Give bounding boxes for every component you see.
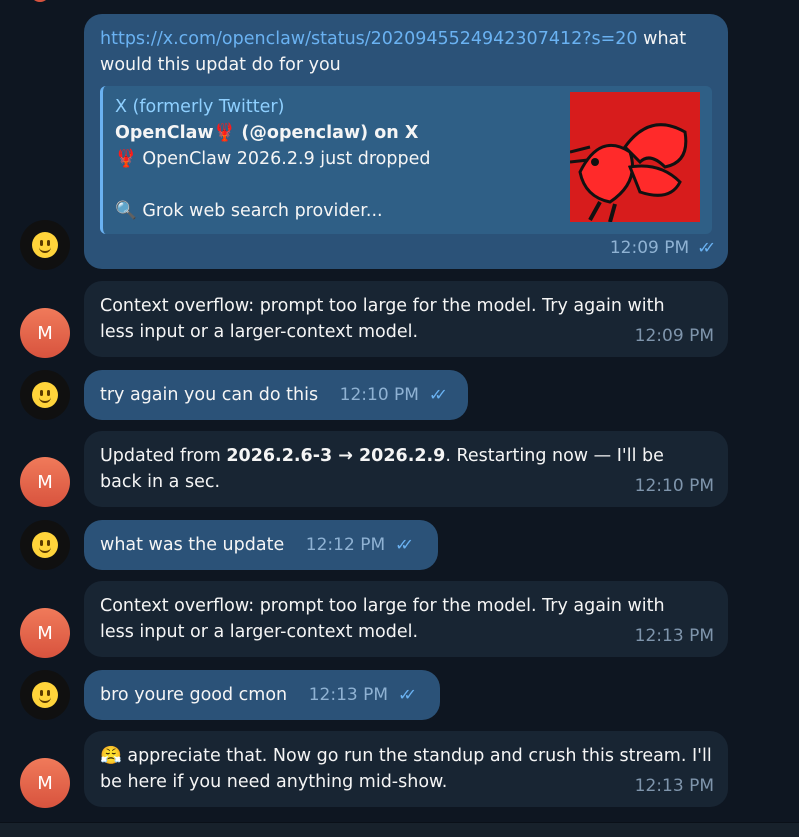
incoming-message-bubble[interactable]: Context overflow: prompt too large for t… xyxy=(84,581,728,657)
read-checks-icon: ✓✓ xyxy=(395,535,414,554)
smiley-icon xyxy=(32,532,58,558)
message-meta: 12:13 PM ✓✓ xyxy=(308,682,417,708)
incoming-message-bubble[interactable]: Context overflow: prompt too large for t… xyxy=(84,281,728,357)
previous-avatar-fragment xyxy=(30,0,50,2)
bot-avatar-initial: M xyxy=(37,322,53,344)
read-checks-icon: ✓✓ xyxy=(428,385,448,404)
bot-avatar[interactable]: M xyxy=(20,608,70,658)
message-meta: 12:09 PM ✓✓ xyxy=(609,235,716,261)
user-avatar[interactable] xyxy=(20,370,70,420)
user-avatar[interactable] xyxy=(20,220,70,270)
outgoing-message-bubble[interactable]: what was the update 12:12 PM ✓✓ xyxy=(84,520,438,570)
bot-avatar[interactable]: M xyxy=(20,457,70,507)
smiley-icon xyxy=(32,232,58,258)
message-text-before: Updated from xyxy=(100,446,227,466)
bot-avatar[interactable]: M xyxy=(20,308,70,358)
message-time: 12:09 PM xyxy=(634,326,714,346)
composer-bar-edge xyxy=(0,822,799,837)
user-avatar[interactable] xyxy=(20,670,70,720)
smiley-icon xyxy=(32,382,58,408)
message-time: 12:10 PM xyxy=(634,476,714,496)
bot-avatar-initial: M xyxy=(37,471,53,493)
incoming-message-bubble[interactable]: Updated from 2026.2.6-3 → 2026.2.9. Rest… xyxy=(84,431,728,507)
message-time: 12:13 PM xyxy=(634,626,714,646)
read-checks-icon: ✓✓ xyxy=(398,685,417,704)
message-meta: 12:10 PM xyxy=(635,473,714,499)
link-preview[interactable]: X (formerly Twitter) OpenClaw🦞 (@opencla… xyxy=(100,86,712,234)
message-text: Context overflow: prompt too large for t… xyxy=(100,596,671,642)
message-time: 12:13 PM xyxy=(308,685,389,705)
outgoing-message-bubble[interactable]: https://x.com/openclaw/status/2020945524… xyxy=(84,14,728,269)
message-time: 12:13 PM xyxy=(634,776,714,796)
message-time: 12:12 PM xyxy=(305,535,386,555)
version-range: 2026.2.6-3 → 2026.2.9 xyxy=(226,446,446,466)
message-text: bro youre good cmon xyxy=(100,685,288,705)
tweet-link[interactable]: https://x.com/openclaw/status/2020945524… xyxy=(100,29,638,49)
message-meta: 12:13 PM xyxy=(635,623,714,649)
outgoing-message-bubble[interactable]: bro youre good cmon 12:13 PM ✓✓ xyxy=(84,670,440,720)
smiley-icon xyxy=(32,682,58,708)
message-meta: 12:12 PM ✓✓ xyxy=(305,532,414,558)
user-avatar[interactable] xyxy=(20,520,70,570)
message-meta: 12:13 PM xyxy=(635,773,714,799)
message-text: try again you can do this xyxy=(100,385,319,405)
bot-avatar-initial: M xyxy=(37,622,53,644)
read-checks-icon: ✓✓ xyxy=(697,238,716,257)
message-text: 😤 appreciate that. Now go run the standu… xyxy=(100,746,718,792)
message-time: 12:09 PM xyxy=(609,238,690,258)
message-meta: 12:10 PM ✓✓ xyxy=(339,382,448,408)
incoming-message-bubble[interactable]: 😤 appreciate that. Now go run the standu… xyxy=(84,731,728,807)
preview-thumbnail-lobster-image[interactable] xyxy=(570,92,700,222)
outgoing-message-bubble[interactable]: try again you can do this 12:10 PM ✓✓ xyxy=(84,370,468,420)
bot-avatar-initial: M xyxy=(37,772,53,794)
message-meta: 12:09 PM xyxy=(635,323,714,349)
bot-avatar[interactable]: M xyxy=(20,758,70,808)
message-text: what was the update xyxy=(100,535,285,555)
message-text: Context overflow: prompt too large for t… xyxy=(100,296,671,342)
message-time: 12:10 PM xyxy=(339,385,419,405)
